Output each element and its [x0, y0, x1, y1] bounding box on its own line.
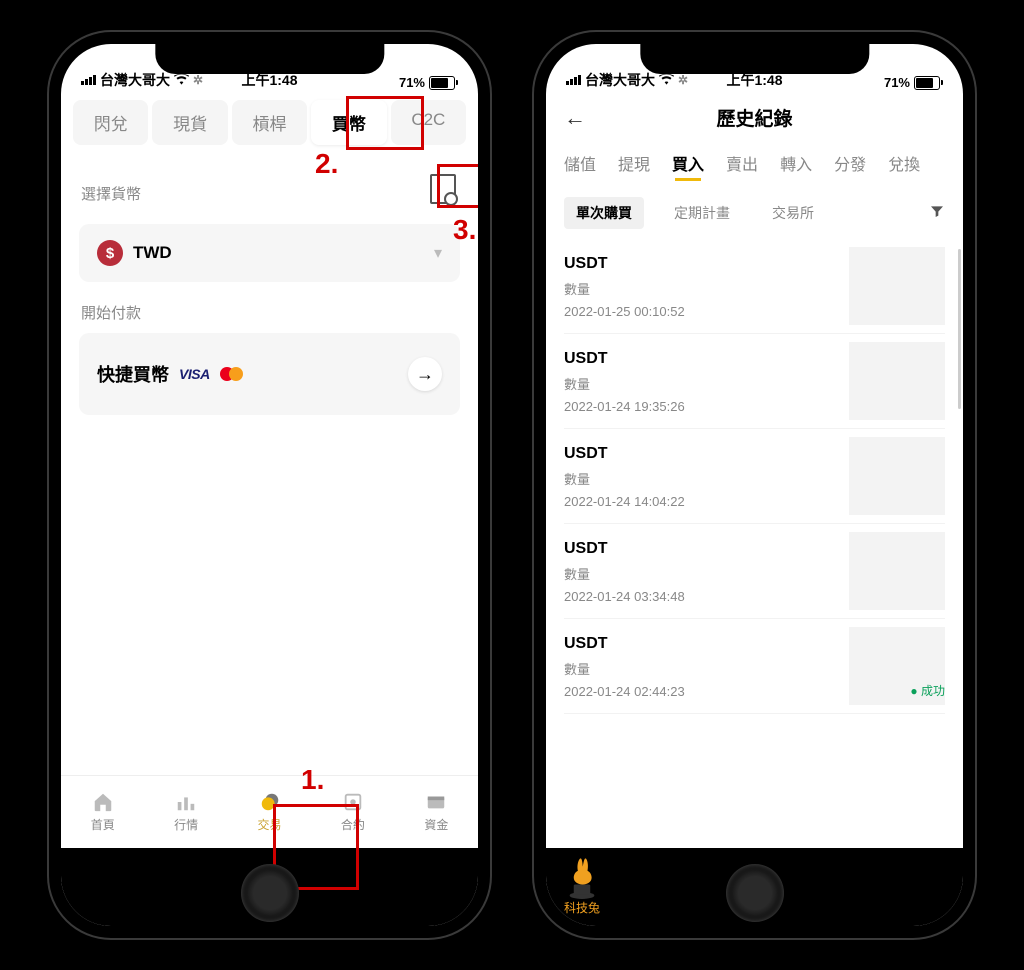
nav-markets[interactable]: 行情	[144, 776, 227, 848]
filter-exchange[interactable]: 交易所	[760, 197, 826, 229]
battery-percent: 71%	[399, 75, 425, 90]
scrollbar[interactable]	[958, 249, 961, 409]
tab-margin[interactable]: 槓桿	[232, 100, 307, 145]
status-success: ● 成功	[910, 682, 945, 699]
record-row[interactable]: USDT 數量 2022-01-24 14:04:22	[564, 429, 945, 524]
record-row[interactable]: USDT 數量 2022-01-24 02:44:23 ● 成功	[564, 619, 945, 714]
buy-content: 選擇貨幣 $ TWD ▾ 開始付款 快捷買幣 VISA →	[61, 153, 478, 775]
record-row[interactable]: USDT 數量 2022-01-24 19:35:26	[564, 334, 945, 429]
screen-left: 台灣大哥大 ✲ 上午1:48 71% 閃兌 現貨 槓桿 買幣 C2C	[61, 44, 478, 926]
battery-icon	[429, 76, 458, 90]
phone-right: 台灣大哥大 ✲ 上午1:48 71% ← 歷史紀錄 儲值 提現 買入 賣出	[532, 30, 977, 940]
nav-home-label: 首頁	[91, 816, 115, 833]
nav-wallet[interactable]: 資金	[395, 776, 478, 848]
subtab-distribute[interactable]: 分發	[834, 151, 866, 175]
quick-buy-label: 快捷買幣	[97, 361, 169, 387]
subtab-buy[interactable]: 買入	[672, 151, 704, 175]
nav-markets-label: 行情	[174, 816, 198, 833]
carrier-label: 台灣大哥大	[100, 70, 170, 90]
home-button[interactable]	[241, 864, 299, 922]
nav-futures-label: 合約	[341, 816, 365, 833]
tab-c2c[interactable]: C2C	[391, 100, 466, 145]
phone-left: 台灣大哥大 ✲ 上午1:48 71% 閃兌 現貨 槓桿 買幣 C2C	[47, 30, 492, 940]
battery-icon	[914, 76, 943, 90]
loading-icon: ✲	[678, 73, 688, 87]
redacted-amount	[849, 532, 945, 610]
currency-selector[interactable]: $ TWD ▾	[79, 224, 460, 282]
signal-icon	[566, 75, 581, 85]
history-icon	[430, 174, 456, 204]
currency-code: TWD	[133, 243, 172, 263]
arrow-right-icon: →	[408, 357, 442, 391]
battery-percent: 71%	[884, 75, 910, 90]
subtab-deposit[interactable]: 儲值	[564, 151, 596, 175]
notch	[155, 44, 384, 74]
home-icon	[92, 791, 114, 813]
filter-single[interactable]: 單次購買	[564, 197, 644, 229]
bottom-nav: 首頁 行情 交易 合約	[61, 775, 478, 848]
quick-buy-card[interactable]: 快捷買幣 VISA →	[79, 333, 460, 415]
record-row[interactable]: USDT 數量 2022-01-24 03:34:48	[564, 524, 945, 619]
notch	[640, 44, 869, 74]
record-row[interactable]: USDT 數量 2022-01-25 00:10:52	[564, 239, 945, 334]
redacted-amount	[849, 342, 945, 420]
screen-right: 台灣大哥大 ✲ 上午1:48 71% ← 歷史紀錄 儲值 提現 買入 賣出	[546, 44, 963, 926]
nav-trade-label: 交易	[258, 816, 282, 833]
watermark-label: 科技兔	[564, 899, 600, 916]
main-tabs: 閃兌 現貨 槓桿 買幣 C2C	[61, 92, 478, 153]
nav-futures[interactable]: 合約	[311, 776, 394, 848]
records-list[interactable]: USDT 數量 2022-01-25 00:10:52 USDT 數量 2022…	[546, 239, 963, 848]
subtab-transfer-in[interactable]: 轉入	[780, 151, 812, 175]
watermark: 科技兔	[560, 857, 604, 916]
subtab-withdraw[interactable]: 提現	[618, 151, 650, 175]
subtab-convert[interactable]: 兌換	[888, 151, 920, 175]
filter-row: 單次購買 定期計畫 交易所	[546, 183, 963, 239]
tab-buy[interactable]: 買幣	[311, 100, 386, 145]
nav-wallet-label: 資金	[424, 816, 448, 833]
filter-icon[interactable]	[929, 203, 945, 224]
history-subtabs: 儲值 提現 買入 賣出 轉入 分發 兌換	[546, 143, 963, 183]
nav-trade[interactable]: 交易	[228, 776, 311, 848]
chevron-down-icon: ▾	[434, 243, 442, 263]
loading-icon: ✲	[193, 73, 203, 87]
futures-icon	[342, 791, 364, 813]
back-button[interactable]: ←	[564, 105, 586, 131]
mastercard-icon	[220, 367, 243, 381]
wifi-icon	[659, 72, 674, 88]
tab-spot[interactable]: 現貨	[152, 100, 227, 145]
signal-icon	[81, 75, 96, 85]
start-payment-label: 開始付款	[81, 302, 460, 323]
page-title: 歷史紀錄	[716, 104, 792, 131]
trade-icon	[259, 791, 281, 813]
wallet-icon	[425, 791, 447, 813]
visa-icon: VISA	[179, 366, 210, 382]
currency-icon: $	[97, 240, 123, 266]
select-currency-label: 選擇貨幣	[81, 183, 141, 204]
tab-swap[interactable]: 閃兌	[73, 100, 148, 145]
history-button[interactable]	[426, 170, 460, 208]
redacted-amount	[849, 247, 945, 325]
nav-home[interactable]: 首頁	[61, 776, 144, 848]
home-button[interactable]	[726, 864, 784, 922]
redacted-amount	[849, 437, 945, 515]
wifi-icon	[174, 72, 189, 88]
filter-recurring[interactable]: 定期計畫	[662, 197, 742, 229]
subtab-sell[interactable]: 賣出	[726, 151, 758, 175]
history-header: ← 歷史紀錄	[546, 92, 963, 143]
carrier-label: 台灣大哥大	[585, 70, 655, 90]
chart-bars-icon	[175, 791, 197, 813]
